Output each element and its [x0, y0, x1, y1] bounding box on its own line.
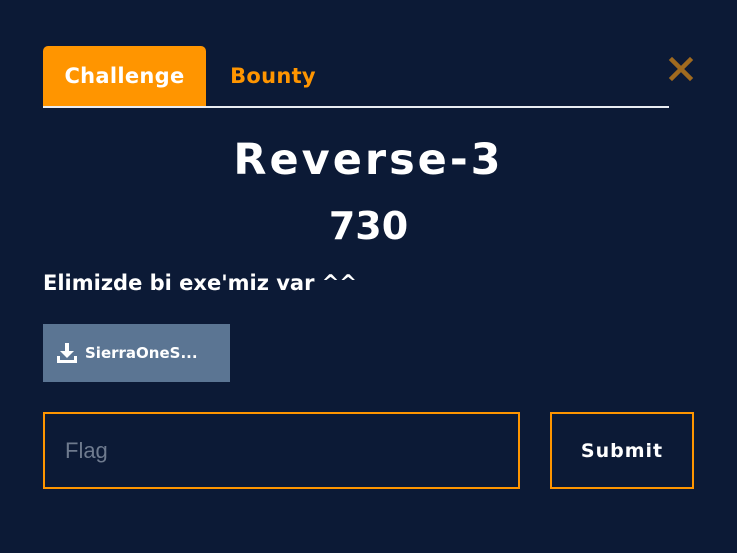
challenge-name: Reverse-3 [233, 135, 504, 185]
file-name-label: SierraOneS... [85, 344, 198, 362]
download-icon [57, 343, 77, 363]
challenge-description: Elimizde bi exe'miz var ^^ [43, 271, 357, 295]
flag-input[interactable] [43, 412, 520, 489]
submit-button[interactable]: Submit [550, 412, 694, 489]
modal-tabs: Challenge Bounty [43, 46, 669, 108]
close-button[interactable] [668, 56, 694, 82]
tab-bounty[interactable]: Bounty [206, 46, 340, 106]
tab-challenge[interactable]: Challenge [43, 46, 206, 106]
challenge-modal: Challenge Bounty Reverse-3 730 Elimizde … [0, 0, 737, 553]
file-download-button[interactable]: SierraOneS... [43, 324, 230, 382]
challenge-value: 730 [328, 204, 409, 248]
close-icon [668, 56, 694, 82]
